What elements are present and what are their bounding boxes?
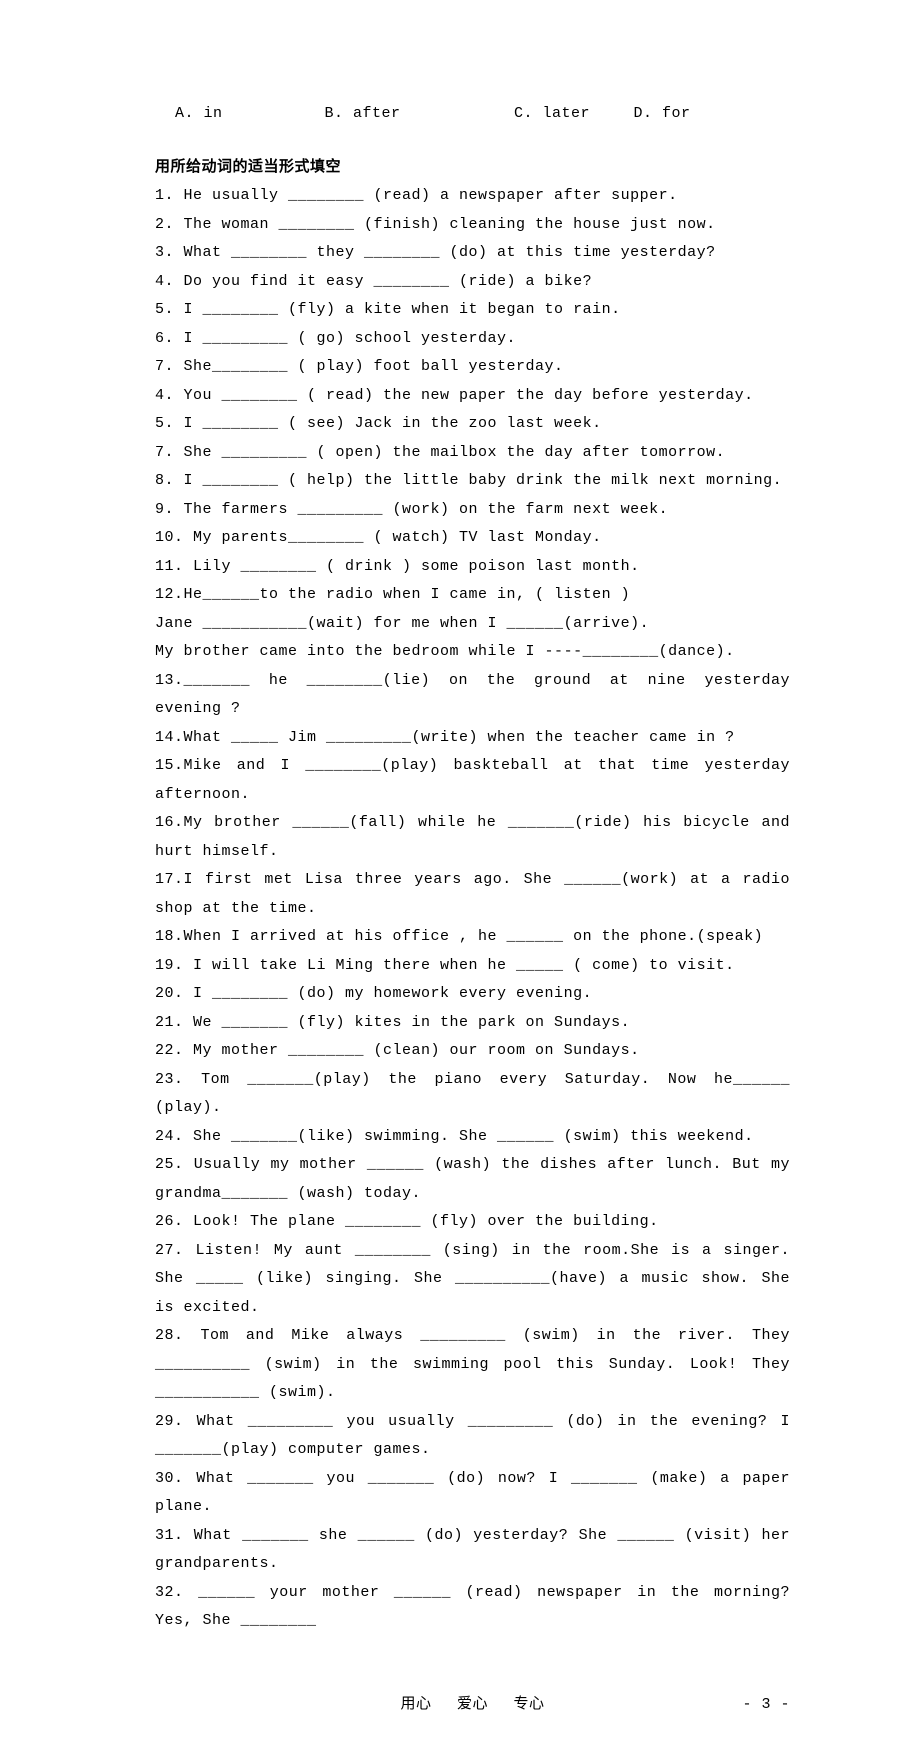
list-item: 1. He usually ________ (read) a newspape… bbox=[155, 182, 790, 211]
exercise-list: 1. He usually ________ (read) a newspape… bbox=[155, 182, 790, 1636]
option-c: C. later bbox=[514, 100, 624, 129]
list-item: 12.He______to the radio when I came in, … bbox=[155, 581, 790, 610]
list-item: 31. What _______ she ______ (do) yesterd… bbox=[155, 1522, 790, 1579]
option-d: D. for bbox=[634, 100, 691, 129]
list-item: 17.I first met Lisa three years ago. She… bbox=[155, 866, 790, 923]
list-item: 22. My mother ________ (clean) our room … bbox=[155, 1037, 790, 1066]
page-footer: 用心 爱心 专心 - 3 - bbox=[155, 1691, 790, 1711]
list-item: 4. Do you find it easy ________ (ride) a… bbox=[155, 268, 790, 297]
list-item: 6. I _________ ( go) school yesterday. bbox=[155, 325, 790, 354]
list-item: 9. The farmers _________ (work) on the f… bbox=[155, 496, 790, 525]
list-item: 25. Usually my mother ______ (wash) the … bbox=[155, 1151, 790, 1208]
list-item: 20. I ________ (do) my homework every ev… bbox=[155, 980, 790, 1009]
list-item: 3. What ________ they ________ (do) at t… bbox=[155, 239, 790, 268]
list-item: 14.What _____ Jim _________(write) when … bbox=[155, 724, 790, 753]
list-item: 13._______ he ________(lie) on the groun… bbox=[155, 667, 790, 724]
list-item: 32. ______ your mother ______ (read) new… bbox=[155, 1579, 790, 1636]
list-item: 16.My brother ______(fall) while he ____… bbox=[155, 809, 790, 866]
list-item: 27. Listen! My aunt ________ (sing) in t… bbox=[155, 1237, 790, 1323]
list-item: 23. Tom _______(play) the piano every Sa… bbox=[155, 1066, 790, 1123]
option-b: B. after bbox=[325, 100, 505, 129]
list-item: 5. I ________ ( see) Jack in the zoo las… bbox=[155, 410, 790, 439]
list-item: 8. I ________ ( help) the little baby dr… bbox=[155, 467, 790, 496]
option-a: A. in bbox=[175, 100, 315, 129]
list-item: 24. She _______(like) swimming. She ____… bbox=[155, 1123, 790, 1152]
list-item: 21. We _______ (fly) kites in the park o… bbox=[155, 1009, 790, 1038]
footer-word: 爱心 bbox=[457, 1696, 488, 1713]
list-item: 5. I ________ (fly) a kite when it began… bbox=[155, 296, 790, 325]
list-item: Jane ___________(wait) for me when I ___… bbox=[155, 610, 790, 639]
list-item: 10. My parents________ ( watch) TV last … bbox=[155, 524, 790, 553]
section-title: 用所给动词的适当形式填空 bbox=[155, 154, 790, 183]
list-item: 7. She________ ( play) foot ball yesterd… bbox=[155, 353, 790, 382]
list-item: 11. Lily ________ ( drink ) some poison … bbox=[155, 553, 790, 582]
footer-motto: 用心 爱心 专心 bbox=[155, 1691, 790, 1720]
list-item: 26. Look! The plane ________ (fly) over … bbox=[155, 1208, 790, 1237]
list-item: My brother came into the bedroom while I… bbox=[155, 638, 790, 667]
list-item: 7. She _________ ( open) the mailbox the… bbox=[155, 439, 790, 468]
list-item: 30. What _______ you _______ (do) now? I… bbox=[155, 1465, 790, 1522]
list-item: 18.When I arrived at his office , he ___… bbox=[155, 923, 790, 952]
list-item: 29. What _________ you usually _________… bbox=[155, 1408, 790, 1465]
list-item: 28. Tom and Mike always _________ (swim)… bbox=[155, 1322, 790, 1408]
footer-word: 专心 bbox=[514, 1696, 545, 1713]
list-item: 15.Mike and I ________(play) baskteball … bbox=[155, 752, 790, 809]
footer-word: 用心 bbox=[400, 1696, 431, 1713]
list-item: 4. You ________ ( read) the new paper th… bbox=[155, 382, 790, 411]
list-item: 19. I will take Li Ming there when he __… bbox=[155, 952, 790, 981]
list-item: 2. The woman ________ (finish) cleaning … bbox=[155, 211, 790, 240]
mc-options: A. in B. after C. later D. for bbox=[155, 100, 790, 129]
page-number: - 3 - bbox=[742, 1691, 790, 1720]
